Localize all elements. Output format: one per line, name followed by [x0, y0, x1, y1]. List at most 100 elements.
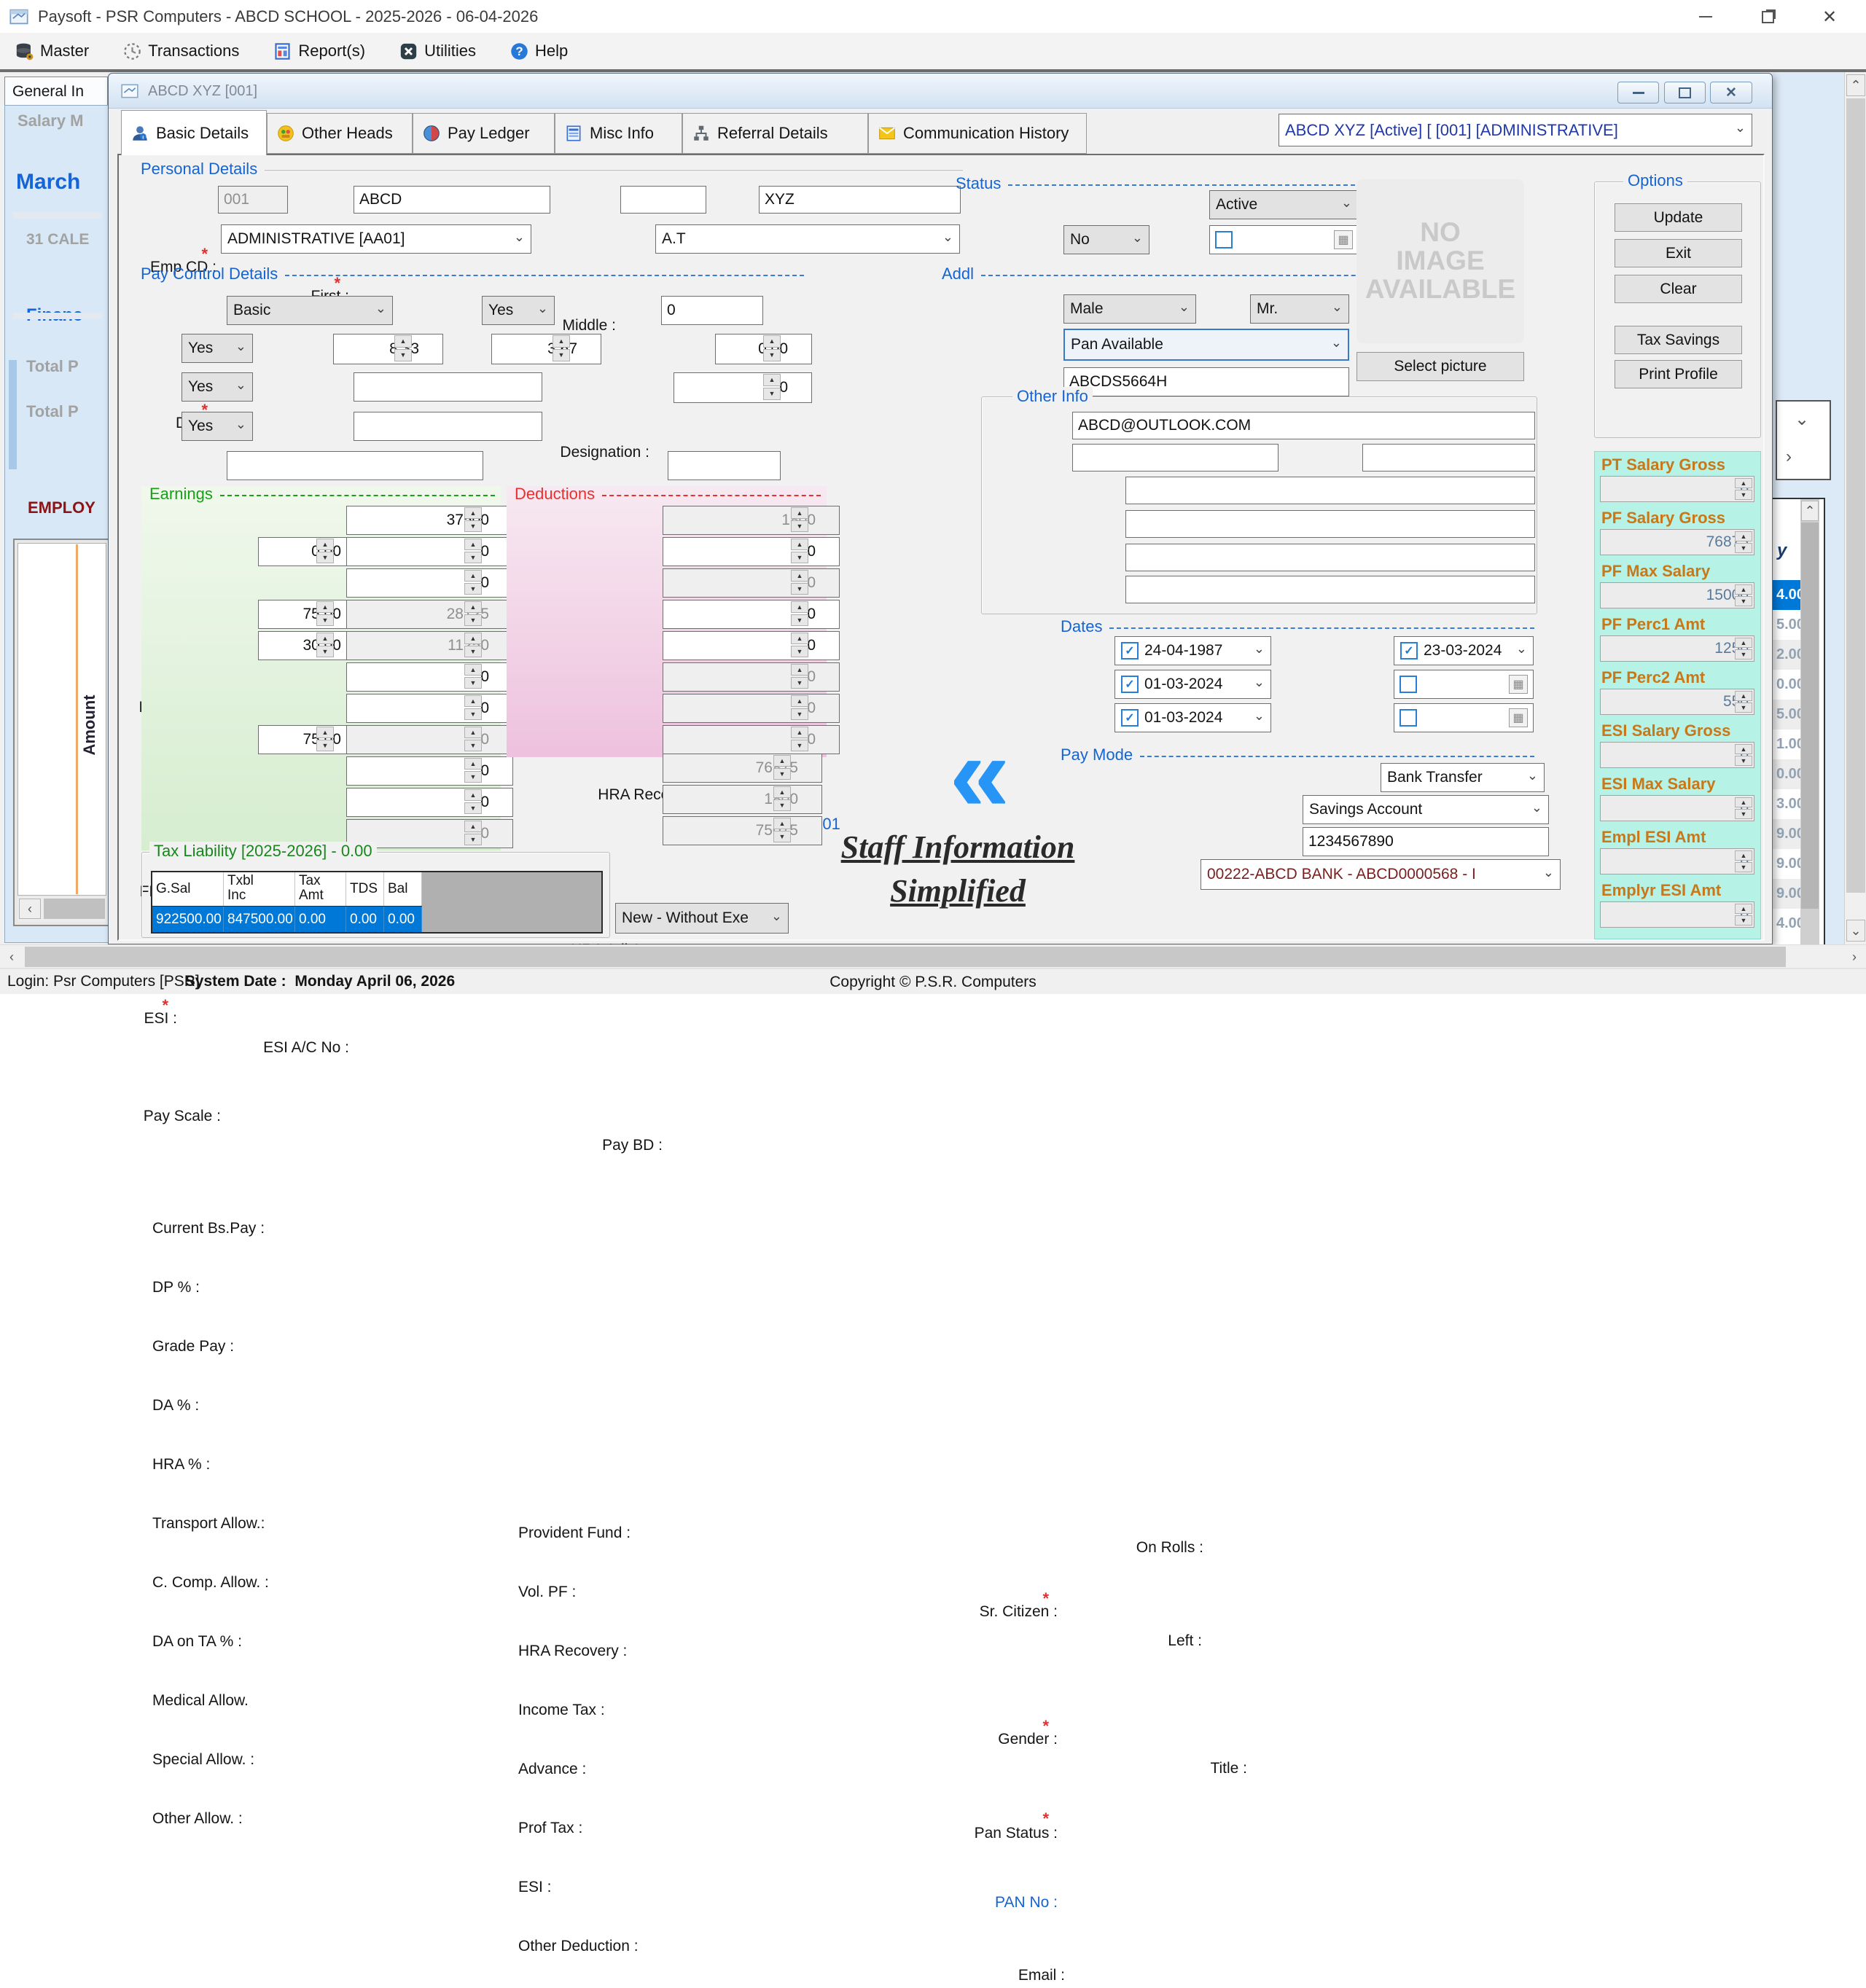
tab-basic-details[interactable]: i Basic Details [121, 110, 267, 155]
grid-row[interactable]: 0.00 [1773, 759, 1800, 789]
earnings-value-spinner[interactable]: 28125 [346, 600, 483, 627]
confirmation-date-picker[interactable]: 23-03-2024 [1394, 636, 1534, 665]
deduction-value-spinner[interactable]: 0 [663, 725, 810, 753]
pf-uan-no-field[interactable] [1125, 576, 1535, 603]
qualf-field[interactable] [1072, 444, 1279, 471]
calendar-icon[interactable] [1334, 230, 1353, 249]
maximize-button[interactable] [1749, 6, 1786, 28]
earnings-pct-spinner[interactable]: 0.00 [258, 537, 335, 565]
pay-bd-field[interactable] [668, 451, 781, 480]
promotion-date-field[interactable] [1394, 670, 1534, 699]
scrollbar-thumb[interactable] [25, 947, 1786, 967]
joining-checkbox[interactable] [1121, 709, 1139, 727]
confirmation-checkbox[interactable] [1400, 642, 1418, 660]
grid-row[interactable]: 1.00 [1773, 729, 1800, 759]
esi-ac-no-field[interactable] [354, 412, 542, 441]
scroll-up-button[interactable]: ⌃ [1846, 74, 1865, 96]
ac-no-field[interactable]: 1234567890 [1303, 827, 1549, 856]
left-checkbox[interactable] [1215, 231, 1233, 248]
summary-field[interactable]: 0 [1600, 901, 1754, 928]
summary-field[interactable]: 76875 [1600, 529, 1754, 555]
earnings-value-spinner[interactable]: 0 [346, 568, 483, 596]
earnings-value-spinner[interactable]: 0 [346, 788, 483, 815]
pan-no-field[interactable]: ABCDS5664H [1063, 367, 1349, 396]
tax-col-header[interactable]: Txbl Inc [224, 872, 295, 906]
pf1-spinner[interactable]: 8.33 [333, 334, 413, 363]
deduction-value-spinner[interactable]: 0 [663, 537, 810, 565]
employee-combobox[interactable]: ABCD XYZ [Active] [ [001] [ADMINISTRATIV… [1279, 114, 1752, 146]
middle-name-field[interactable] [620, 186, 706, 214]
scrollbar-thumb[interactable] [44, 899, 105, 919]
menu-item-utilities[interactable]: Utilities [394, 39, 480, 64]
scroll-right-button[interactable]: › [1844, 947, 1865, 967]
calendar-icon[interactable] [1509, 708, 1528, 727]
summary-field[interactable]: 0 [1600, 476, 1754, 502]
grid-vscrollbar[interactable]: ⌃ ⌄ [1800, 499, 1819, 944]
earnings-pct-spinner[interactable]: 75.00 [258, 725, 335, 753]
summary-field[interactable]: 550 [1600, 689, 1754, 715]
grid-row[interactable]: 9.00 [1773, 879, 1800, 909]
pay-type-combobox[interactable]: Basic [227, 296, 393, 325]
scrollbar-thumb[interactable] [1801, 523, 1819, 909]
joining-date-picker[interactable]: 01-03-2024 [1114, 703, 1271, 732]
grid-row[interactable]: 9.00 [1773, 849, 1800, 879]
dialog-minimize-button[interactable] [1617, 82, 1659, 103]
last-name-field[interactable]: XYZ [759, 186, 961, 214]
net-pay-spinner[interactable]: 75075 [663, 816, 792, 844]
title-combobox[interactable]: Mr. [1250, 294, 1349, 324]
summary-field[interactable]: 0 [1600, 795, 1754, 821]
update-button[interactable]: Update [1615, 203, 1742, 232]
menu-item-reports[interactable]: Report(s) [268, 39, 370, 64]
earnings-value-spinner[interactable]: 11250 [346, 631, 483, 659]
grid-row[interactable]: 5.00 [1773, 700, 1800, 729]
grid-row[interactable]: 4.00 [1773, 580, 1800, 610]
scroll-left-button[interactable]: ‹ [19, 899, 41, 919]
promotion-checkbox[interactable] [1400, 676, 1417, 693]
designation-combobox[interactable]: A.T [655, 224, 960, 254]
earnings-value-spinner[interactable]: 0 [346, 725, 483, 753]
taxation-type-combobox[interactable]: New - Without Exe [615, 903, 789, 934]
deductions-total-spinner[interactable]: 1800 [663, 785, 792, 813]
gross-earnings-spinner[interactable]: 76875 [663, 754, 792, 781]
pf-ac-no-field[interactable] [354, 372, 542, 402]
earnings-value-spinner[interactable]: 0 [346, 662, 483, 690]
tax-col-header[interactable]: Bal [384, 872, 422, 906]
da-elgbl-combobox[interactable]: Yes [482, 296, 555, 325]
earnings-value-spinner[interactable]: 0 [346, 756, 483, 784]
on-rolls-combobox[interactable]: Active [1209, 190, 1359, 219]
esi-combobox[interactable]: Yes [181, 412, 253, 441]
subject-field[interactable] [1362, 444, 1535, 471]
chart-hscrollbar[interactable]: ‹ [17, 897, 106, 922]
tax-col-header[interactable]: Tax Amt [295, 872, 346, 906]
appointment-date-picker[interactable]: 01-03-2024 [1114, 670, 1271, 699]
hra-recov-spinner[interactable]: 0.00 [715, 334, 782, 363]
earnings-pct-spinner[interactable]: 75.00 [258, 600, 335, 627]
deduction-value-spinner[interactable]: 0 [663, 600, 810, 627]
exit-button[interactable]: Exit [1615, 239, 1742, 267]
scroll-down-button[interactable]: ⌄ [1846, 920, 1865, 942]
minimize-button[interactable] [1687, 6, 1724, 28]
grid-row[interactable]: 0.00 [1773, 670, 1800, 700]
summary-field[interactable]: 1250 [1600, 635, 1754, 662]
menu-item-master[interactable]: Master [10, 39, 93, 64]
hra-adl-spinner[interactable]: 0 [674, 372, 782, 402]
gender-combobox[interactable]: Male [1063, 294, 1196, 324]
summary-field[interactable]: 0 [1600, 848, 1754, 874]
pf2-spinner[interactable]: 3.67 [491, 334, 571, 363]
summary-field[interactable]: 15000 [1600, 582, 1754, 608]
tab-other-heads[interactable]: Other Heads [267, 113, 413, 154]
seniority-field[interactable]: 0 [661, 296, 763, 325]
emp-cd-field[interactable]: 001 [218, 186, 288, 214]
deduction-value-spinner[interactable]: 1800 [663, 506, 810, 533]
calendar-icon[interactable] [1509, 675, 1528, 694]
adhaar-no-field[interactable] [1125, 544, 1535, 571]
pay-scale-field[interactable] [227, 451, 483, 480]
left-date-field[interactable] [1209, 225, 1359, 254]
tab-general-info[interactable]: General In [4, 77, 108, 106]
dialog-close-button[interactable]: ✕ [1710, 82, 1752, 103]
birth-date-picker[interactable]: 24-04-1987 [1114, 636, 1271, 665]
print-profile-button[interactable]: Print Profile [1615, 360, 1742, 388]
tab-misc-info[interactable]: Misc Info [555, 113, 682, 154]
dialog-restore-button[interactable] [1664, 82, 1706, 103]
bank-combobox[interactable]: 00222-ABCD BANK - ABCD0000568 - I [1201, 859, 1561, 890]
